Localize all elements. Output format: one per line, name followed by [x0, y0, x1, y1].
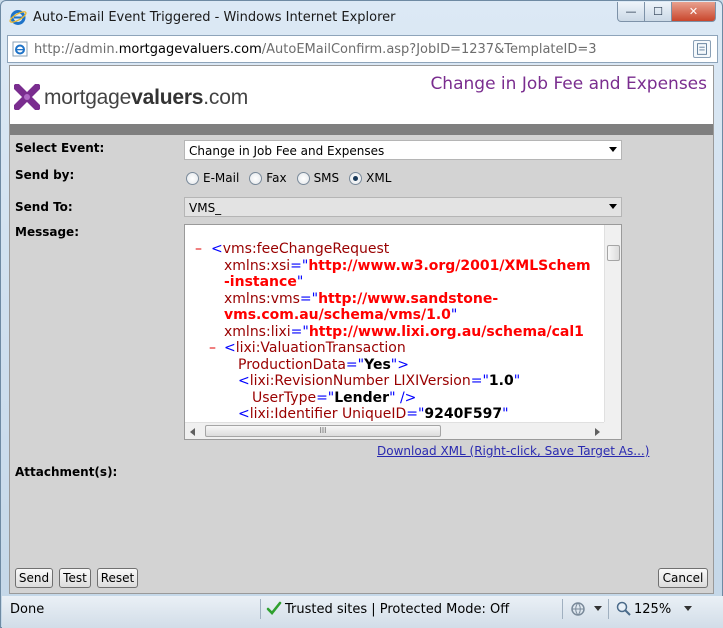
page-title: Change in Job Fee and Expenses	[430, 74, 707, 94]
send-to-label: Send To:	[15, 200, 73, 214]
security-zone[interactable]: Trusted sites | Protected Mode: Off	[285, 602, 509, 617]
vertical-scrollbar[interactable]	[604, 225, 621, 423]
xml-message-viewer[interactable]: – <vms:feeChangeRequest xmlns:xsi="http:/…	[184, 224, 622, 440]
zoom-level[interactable]: 125%	[634, 602, 671, 617]
xml-line: – <vms:feeChangeRequest	[195, 241, 390, 258]
checkmark-icon	[266, 601, 282, 615]
internet-explorer-icon	[9, 10, 27, 25]
vertical-scroll-thumb[interactable]	[607, 245, 620, 261]
address-bar[interactable]: http://admin.mortgagevaluers.com/AutoEMa…	[7, 35, 718, 63]
xml-line: UserType="Lender" />	[252, 389, 417, 406]
scrollbar-corner	[604, 422, 621, 439]
attachments-label: Attachment(s):	[15, 465, 118, 479]
status-text: Done	[10, 602, 45, 617]
download-xml-link[interactable]: Download XML (Right-click, Save Target A…	[377, 444, 649, 458]
test-button[interactable]: Test	[59, 568, 91, 588]
status-divider	[562, 599, 563, 619]
browser-window: Auto-Email Event Triggered - Windows Int…	[0, 0, 723, 628]
chevron-down-icon	[609, 204, 617, 209]
radio-email[interactable]	[186, 171, 199, 185]
send-to-value: VMS_	[189, 201, 222, 215]
send-button[interactable]: Send	[15, 568, 53, 588]
xml-line: xmlns:lixi="http://www.lixi.org.au/schem…	[224, 323, 584, 340]
radio-sms[interactable]	[296, 171, 310, 185]
xml-line: xmlns:vms="http://www.sandstone-	[224, 290, 499, 307]
minimize-icon: —	[625, 5, 637, 18]
message-label: Message:	[15, 225, 79, 239]
select-event-dropdown[interactable]: Change in Job Fee and Expenses	[184, 140, 622, 160]
maximize-icon: ☐	[653, 5, 663, 18]
page-content: mortgagevaluers.com Change in Job Fee an…	[9, 65, 714, 594]
xml-line: <lixi:RevisionNumber LIXIVersion="1.0"	[238, 373, 521, 389]
radio-xml-label: XML	[366, 171, 392, 185]
scroll-left-icon[interactable]	[190, 428, 195, 436]
status-divider	[608, 599, 609, 619]
radio-email-label: E-Mail	[203, 171, 240, 185]
close-button[interactable]: ✕	[672, 2, 716, 22]
horizontal-scrollbar[interactable]: III	[185, 422, 605, 439]
xml-line: – <lixi:ValuationTransaction	[209, 340, 406, 357]
radio-xml[interactable]	[349, 171, 363, 185]
xml-content: – <vms:feeChangeRequest xmlns:xsi="http:/…	[195, 241, 605, 423]
radio-fax-label: Fax	[266, 171, 287, 185]
send-by-label: Send by:	[15, 168, 75, 182]
horizontal-scroll-thumb[interactable]: III	[205, 425, 441, 437]
header-divider	[10, 124, 713, 135]
caption-buttons: — ☐ ✕	[617, 2, 716, 22]
radio-sms-label: SMS	[313, 171, 340, 185]
xml-line: ProductionData="Yes">	[238, 356, 409, 373]
send-by-radio-group: E-Mail Fax SMS XML	[186, 171, 401, 185]
title-bar: Auto-Email Event Triggered - Windows Int…	[1, 1, 722, 35]
zoom-icon[interactable]	[616, 601, 632, 617]
minimize-button[interactable]: —	[617, 2, 645, 22]
scroll-right-icon[interactable]	[595, 428, 600, 436]
maximize-button[interactable]: ☐	[645, 2, 672, 22]
reset-button[interactable]: Reset	[97, 568, 138, 588]
chevron-down-icon	[609, 147, 617, 152]
xml-line: vms.com.au/schema/vms/1.0"	[224, 307, 458, 323]
address-url[interactable]: http://admin.mortgagevaluers.com/AutoEMa…	[34, 42, 597, 57]
mortgagevaluers-logo-icon	[14, 84, 40, 110]
logo-text: mortgagevaluers.com	[44, 86, 248, 109]
xml-line: <lixi:Identifier UniqueID="9240F597"	[238, 406, 509, 422]
close-icon: ✕	[688, 5, 699, 18]
send-to-dropdown[interactable]: VMS_	[184, 197, 622, 217]
ie-page-icon	[12, 41, 28, 57]
select-event-value: Change in Job Fee and Expenses	[189, 144, 385, 158]
cancel-button[interactable]: Cancel	[658, 568, 708, 588]
window-title: Auto-Email Event Triggered - Windows Int…	[33, 10, 396, 25]
page-header: mortgagevaluers.com Change in Job Fee an…	[10, 66, 713, 124]
globe-icon[interactable]	[570, 600, 588, 618]
chevron-down-icon[interactable]	[684, 606, 692, 611]
chevron-down-icon[interactable]	[594, 606, 602, 611]
compatibility-view-icon[interactable]	[693, 40, 711, 58]
collapse-toggle[interactable]: –	[209, 340, 216, 357]
radio-fax[interactable]	[249, 171, 263, 185]
select-event-label: Select Event:	[15, 141, 105, 155]
status-bar: Done Trusted sites | Protected Mode: Off…	[2, 596, 723, 628]
xml-line: xmlns:xsi="http://www.w3.org/2001/XMLSch…	[224, 257, 591, 274]
status-divider	[260, 599, 261, 619]
collapse-toggle[interactable]: –	[195, 241, 202, 258]
xml-line: -instance"	[224, 274, 304, 290]
